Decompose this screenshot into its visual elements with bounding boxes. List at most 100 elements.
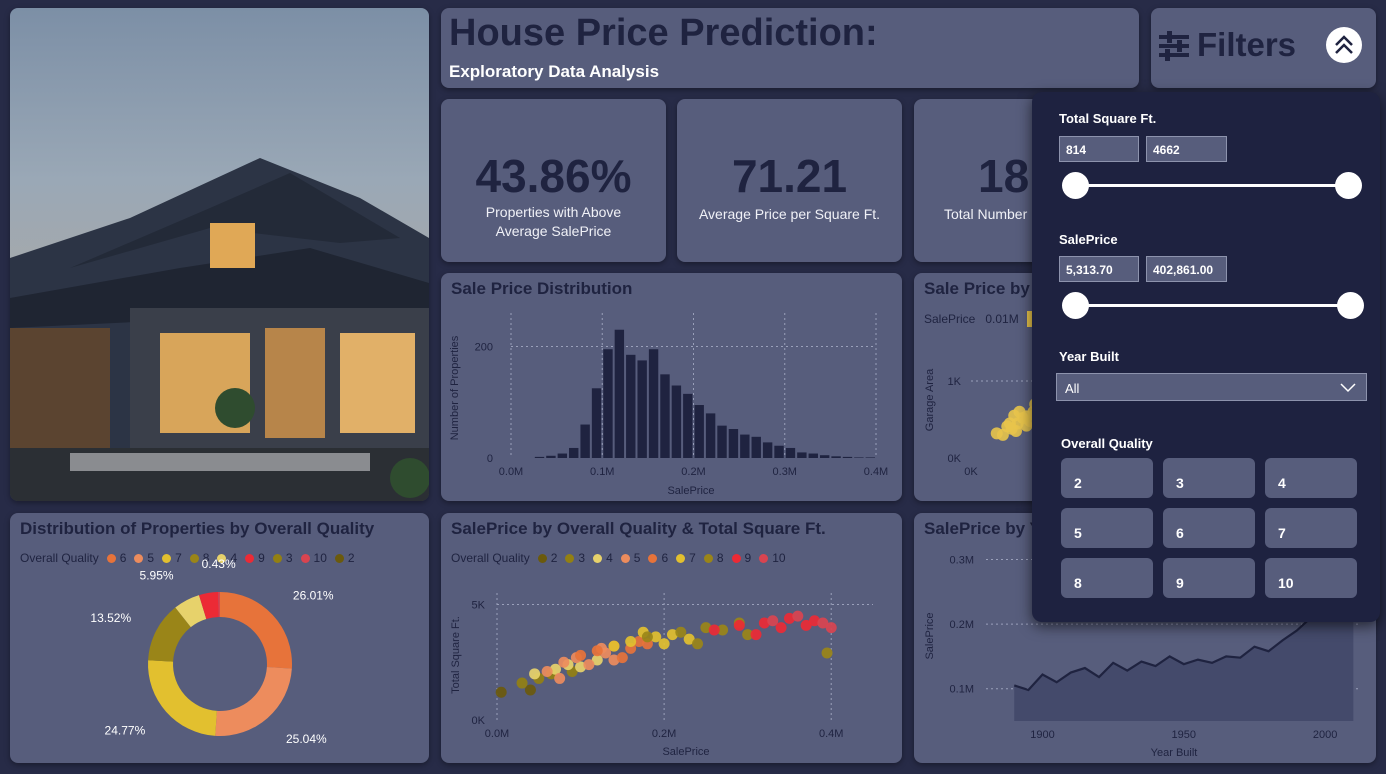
histogram-bar bbox=[569, 447, 579, 458]
page-subtitle: Exploratory Data Analysis bbox=[449, 62, 660, 81]
scatter-point bbox=[996, 428, 1009, 441]
sqft-min-input[interactable]: 814 bbox=[1059, 136, 1139, 162]
scatter-point bbox=[733, 619, 745, 631]
saleprice-max-input[interactable]: 402,861.00 bbox=[1146, 256, 1227, 282]
x-tick-label: 0.1M bbox=[590, 466, 614, 478]
scatter-point bbox=[529, 668, 541, 680]
kpi-label: Average Price per Square Ft. bbox=[698, 206, 881, 222]
y-tick-label: 5K bbox=[472, 600, 486, 612]
histogram-chart: SalePrice Number of Properties 0.0M 0.1M 0… bbox=[449, 313, 888, 497]
histogram-bar bbox=[854, 457, 864, 458]
page-title: House Price Prediction: bbox=[449, 12, 878, 54]
scatter-point bbox=[558, 656, 570, 668]
kpi-card-above-average: 43.86% Properties with Above Average Sal… bbox=[441, 99, 666, 262]
histogram-bar bbox=[694, 405, 704, 458]
histogram-bar bbox=[831, 456, 841, 458]
collapse-filters-button[interactable] bbox=[1326, 27, 1362, 63]
y-axis-label: SalePrice bbox=[924, 612, 936, 659]
histogram-bar bbox=[797, 452, 807, 458]
slice-label: 24.77% bbox=[105, 723, 146, 737]
year-dropdown[interactable]: All bbox=[1056, 373, 1367, 401]
donut-chart: 26.01% 25.04% 24.77% 13.52% 5.95% 0.43% bbox=[90, 557, 334, 746]
title-card: House Price Prediction: Exploratory Data… bbox=[441, 8, 1139, 88]
scatter-point bbox=[554, 672, 566, 684]
histogram-bar bbox=[546, 455, 556, 458]
quality-option-10[interactable]: 10 bbox=[1265, 558, 1357, 598]
y-tick-label: 1K bbox=[948, 376, 962, 388]
scatter-point bbox=[825, 622, 837, 634]
quality-option-2[interactable]: 2 bbox=[1061, 458, 1153, 498]
y-axis-label: Total Square Ft. bbox=[450, 616, 462, 694]
x-tick-label: 0.0M bbox=[499, 466, 523, 478]
histogram-bar bbox=[534, 456, 545, 458]
quality-option-9[interactable]: 9 bbox=[1163, 558, 1255, 598]
y-tick-label: 0K bbox=[472, 715, 486, 727]
quality-option-3[interactable]: 3 bbox=[1163, 458, 1255, 498]
x-tick-label: 0.3M bbox=[773, 466, 797, 478]
scatter-point bbox=[1008, 409, 1021, 422]
quality-option-5[interactable]: 5 bbox=[1061, 508, 1153, 548]
histogram-bar bbox=[808, 453, 818, 458]
y-tick-label: 200 bbox=[475, 341, 493, 353]
scatter-point bbox=[591, 645, 603, 657]
histogram-bar bbox=[683, 393, 693, 458]
garage-scatter-chart: Garage Area 1K 0K0K bbox=[924, 368, 1044, 478]
x-axis-label: Year Built bbox=[1151, 747, 1198, 759]
saleprice-filter-label: SalePrice bbox=[1059, 232, 1118, 247]
histogram-bar bbox=[660, 374, 670, 458]
scatter-point bbox=[541, 666, 553, 678]
histogram-bar bbox=[557, 453, 568, 458]
filters-label: Filters bbox=[1197, 26, 1297, 63]
scatter-point bbox=[495, 686, 507, 698]
x-tick-label: 0.2M bbox=[652, 728, 676, 740]
histogram-bar bbox=[705, 413, 716, 458]
y-tick-label: 0 bbox=[487, 453, 493, 465]
y-tick-label: 0.1M bbox=[950, 684, 974, 696]
sqft-slider-max-handle[interactable] bbox=[1335, 172, 1362, 199]
y-axis-label: Garage Area bbox=[924, 368, 936, 431]
saleprice-by-quality-sqft-card: SalePrice by Overall Quality & Total Squ… bbox=[441, 513, 902, 763]
x-tick-label: 0.4M bbox=[819, 728, 843, 740]
sqft-slider-min-handle[interactable] bbox=[1062, 172, 1089, 199]
x-tick-label: 0K bbox=[964, 466, 978, 478]
sqft-max-input[interactable]: 4662 bbox=[1146, 136, 1227, 162]
saleprice-min-input[interactable]: 5,313.70 bbox=[1059, 256, 1139, 282]
histogram-bar bbox=[671, 385, 682, 458]
saleprice-slider-max-handle[interactable] bbox=[1337, 292, 1364, 319]
scatter-point bbox=[708, 624, 720, 636]
histogram-bar bbox=[717, 425, 727, 458]
quality-option-8[interactable]: 8 bbox=[1061, 558, 1153, 598]
quality-option-6[interactable]: 6 bbox=[1163, 508, 1255, 548]
histogram-bar bbox=[728, 429, 739, 458]
scatter-point bbox=[658, 638, 670, 650]
scatter-point bbox=[575, 649, 587, 661]
quality-filter-label: Overall Quality bbox=[1061, 436, 1153, 451]
kpi-value: 43.86% bbox=[475, 150, 632, 202]
histogram-bar bbox=[774, 445, 784, 458]
scatter-point bbox=[767, 615, 779, 627]
quality-option-4[interactable]: 4 bbox=[1265, 458, 1357, 498]
scatter-point bbox=[583, 659, 595, 671]
year-filter-label: Year Built bbox=[1059, 349, 1119, 364]
y-tick-label: 0K bbox=[948, 453, 962, 465]
donut-slice bbox=[220, 592, 292, 669]
filters-header[interactable]: Filters bbox=[1151, 8, 1376, 88]
x-axis-label: SalePrice bbox=[662, 746, 709, 758]
sqft-scatter-chart: SalePrice Total Square Ft. 0.0M 0.2M 0.4M 0… bbox=[450, 593, 873, 758]
filter-panel: Total Square Ft. 814 4662 SalePrice 5,31… bbox=[1032, 92, 1380, 622]
y-tick-label: 0.3M bbox=[950, 554, 974, 566]
sqft-slider-track[interactable] bbox=[1075, 184, 1348, 187]
x-tick-label: 0.4M bbox=[864, 466, 888, 478]
quality-option-7[interactable]: 7 bbox=[1265, 508, 1357, 548]
x-tick-label: 2000 bbox=[1313, 729, 1337, 741]
saleprice-slider-min-handle[interactable] bbox=[1062, 292, 1089, 319]
scatter-point bbox=[692, 638, 704, 650]
histogram-bar bbox=[603, 349, 613, 458]
chevron-down-icon bbox=[1340, 383, 1356, 393]
house-photo bbox=[10, 8, 429, 501]
saleprice-slider-track[interactable] bbox=[1075, 304, 1350, 307]
scatter-point bbox=[675, 626, 687, 638]
house-illustration bbox=[10, 158, 429, 501]
histogram-bar bbox=[842, 456, 853, 458]
x-axis-label: SalePrice bbox=[667, 485, 714, 497]
